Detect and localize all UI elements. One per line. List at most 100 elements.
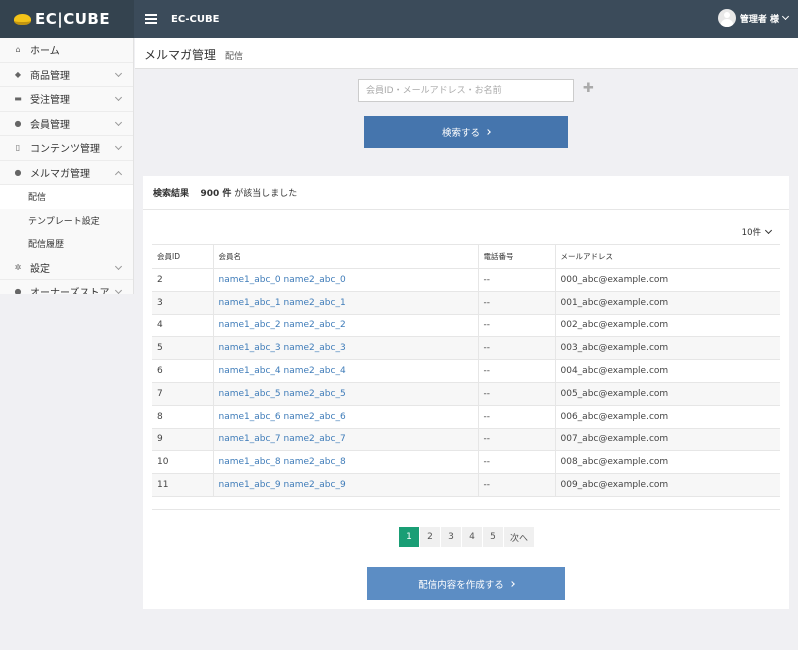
page-subtitle: 配信 <box>225 52 244 62</box>
sidebar-item-mailmagazine[interactable]: ● メルマガ管理 <box>0 161 133 185</box>
cell-id: 6 <box>152 359 214 383</box>
cell-name: name1_abc_3 name2_abc_3 <box>213 336 479 361</box>
customer-name-link[interactable]: name1_abc_6 name2_abc_6 <box>219 412 346 422</box>
cell-id: 10 <box>152 450 214 475</box>
cell-email: 004_abc@example.com <box>555 359 780 383</box>
cell-tel: -- <box>478 473 556 497</box>
sidebar-item-label: メルマガ管理 <box>30 168 90 180</box>
comment-icon: ● <box>14 167 22 177</box>
sidebar-item-label: 設定 <box>30 263 50 275</box>
sidebar-subitem-template[interactable]: テンプレート設定 <box>0 209 133 233</box>
sidebar-subitem-history[interactable]: 配信履歴 <box>0 232 133 256</box>
chevron-right-icon <box>508 580 515 587</box>
cell-name: name1_abc_8 name2_abc_8 <box>213 450 479 475</box>
cell-tel: -- <box>478 291 556 315</box>
next-page-link[interactable]: 次へ <box>504 527 535 547</box>
customer-name-link[interactable]: name1_abc_8 name2_abc_8 <box>219 457 346 467</box>
per-page-select[interactable]: 10件 <box>742 226 773 238</box>
sidebar-item-label: 受注管理 <box>30 95 70 107</box>
customer-name-link[interactable]: name1_abc_9 name2_abc_9 <box>219 480 346 490</box>
cell-name: name1_abc_5 name2_abc_5 <box>213 382 479 406</box>
page-link[interactable]: 5 <box>483 527 503 547</box>
pagination: 1 2 3 4 5 次へ <box>399 527 535 547</box>
cell-id: 9 <box>152 428 214 452</box>
cell-email: 003_abc@example.com <box>555 336 780 361</box>
table-row: 10 name1_abc_8 name2_abc_8 -- 008_abc@examp… <box>152 450 780 475</box>
sidebar-item-customers[interactable]: ● 会員管理 <box>0 112 133 136</box>
create-delivery-button[interactable]: 配信内容を作成する <box>367 567 565 600</box>
chevron-down-icon <box>114 262 123 270</box>
cell-email: 007_abc@example.com <box>555 428 780 452</box>
customer-name-link[interactable]: name1_abc_5 name2_abc_5 <box>219 389 346 399</box>
cell-email: 002_abc@example.com <box>555 314 780 338</box>
chevron-down-icon <box>114 69 123 77</box>
page-link[interactable]: 1 <box>399 527 419 547</box>
gear-icon: ✲ <box>14 262 22 272</box>
chevron-down-icon <box>781 12 790 21</box>
page-title: メルマガ管理 <box>144 48 217 62</box>
customer-name-link[interactable]: name1_abc_1 name2_abc_1 <box>219 298 346 308</box>
sidebar-item-content[interactable]: ▯ コンテンツ管理 <box>0 136 133 161</box>
customer-name-link[interactable]: name1_abc_4 name2_abc_4 <box>219 366 346 376</box>
sidebar-item-products[interactable]: ◆ 商品管理 <box>0 63 133 87</box>
chevron-right-icon <box>485 129 491 135</box>
column-header-email[interactable]: メールアドレス <box>555 244 780 269</box>
hamburger-menu-icon[interactable] <box>145 14 157 24</box>
table-row: 4 name1_abc_2 name2_abc_2 -- 002_abc@exampl… <box>152 314 780 338</box>
cell-name: name1_abc_9 name2_abc_9 <box>213 473 479 497</box>
result-label: 検索結果 <box>153 189 190 199</box>
chevron-up-icon <box>114 170 123 178</box>
users-icon: ● <box>14 118 22 128</box>
column-header-id[interactable]: 会員ID <box>152 244 214 269</box>
cell-tel: -- <box>478 405 556 429</box>
table-row: 2 name1_abc_0 name2_abc_0 -- 000_abc@exampl… <box>152 268 780 292</box>
customer-name-link[interactable]: name1_abc_3 name2_abc_3 <box>219 343 346 353</box>
customer-table: 会員ID 会員名 電話番号 メールアドレス 2 name1_abc_0 name2… <box>152 244 780 497</box>
cell-email: 001_abc@example.com <box>555 291 780 315</box>
cell-id: 4 <box>152 314 214 338</box>
cell-email: 005_abc@example.com <box>555 382 780 406</box>
logo-text: EC|CUBE <box>35 10 111 28</box>
plus-icon[interactable]: ✚ <box>583 81 594 96</box>
search-button[interactable]: 検索する <box>364 116 568 148</box>
customer-name-link[interactable]: name1_abc_2 name2_abc_2 <box>219 320 346 330</box>
chevron-down-icon <box>114 286 123 294</box>
sidebar-item-label: コンテンツ管理 <box>30 144 100 156</box>
info-icon: ● <box>14 287 22 294</box>
sidebar-item-ownerstore[interactable]: ● オーナーズストア <box>0 280 133 294</box>
result-suffix: が該当しました <box>234 189 298 199</box>
chevron-down-icon <box>114 93 123 102</box>
cell-tel: -- <box>478 359 556 383</box>
sidebar-subitem-delivery[interactable]: 配信 <box>0 185 133 209</box>
sidebar-item-label: 商品管理 <box>30 70 70 82</box>
cell-id: 5 <box>152 336 214 361</box>
sidebar-item-orders[interactable]: ▬ 受注管理 <box>0 87 133 112</box>
page-link[interactable]: 2 <box>420 527 440 547</box>
page-link[interactable]: 3 <box>441 527 461 547</box>
search-input[interactable] <box>358 79 574 102</box>
customer-name-link[interactable]: name1_abc_0 name2_abc_0 <box>219 275 346 285</box>
logo[interactable]: EC|CUBE <box>0 0 134 38</box>
column-header-name[interactable]: 会員名 <box>213 244 479 269</box>
column-header-tel[interactable]: 電話番号 <box>478 244 556 269</box>
sidebar: ⌂ ホーム ◆ 商品管理 ▬ 受注管理 ● 会員管理 ▯ コンテンツ管理 ● メ… <box>0 38 134 294</box>
table-row: 8 name1_abc_6 name2_abc_6 -- 006_abc@exampl… <box>152 405 780 429</box>
cell-tel: -- <box>478 314 556 338</box>
page-header: メルマガ管理 配信 <box>135 38 798 69</box>
cell-name: name1_abc_6 name2_abc_6 <box>213 405 479 429</box>
table-row: 9 name1_abc_7 name2_abc_7 -- 007_abc@exampl… <box>152 428 780 452</box>
cell-tel: -- <box>478 268 556 292</box>
sidebar-item-settings[interactable]: ✲ 設定 <box>0 256 133 280</box>
site-name[interactable]: EC-CUBE <box>171 14 219 25</box>
cell-name: name1_abc_0 name2_abc_0 <box>213 268 479 292</box>
table-header-row: 会員ID 会員名 電話番号 メールアドレス <box>152 244 780 269</box>
user-menu[interactable]: 管理者 様 <box>717 9 790 27</box>
cell-email: 000_abc@example.com <box>555 268 780 292</box>
home-icon: ⌂ <box>15 45 21 55</box>
customer-name-link[interactable]: name1_abc_7 name2_abc_7 <box>219 434 346 444</box>
cell-email: 008_abc@example.com <box>555 450 780 475</box>
chevron-down-icon <box>114 142 123 151</box>
sidebar-item-home[interactable]: ⌂ ホーム <box>0 38 133 63</box>
page-link[interactable]: 4 <box>462 527 482 547</box>
cell-id: 3 <box>152 291 214 315</box>
